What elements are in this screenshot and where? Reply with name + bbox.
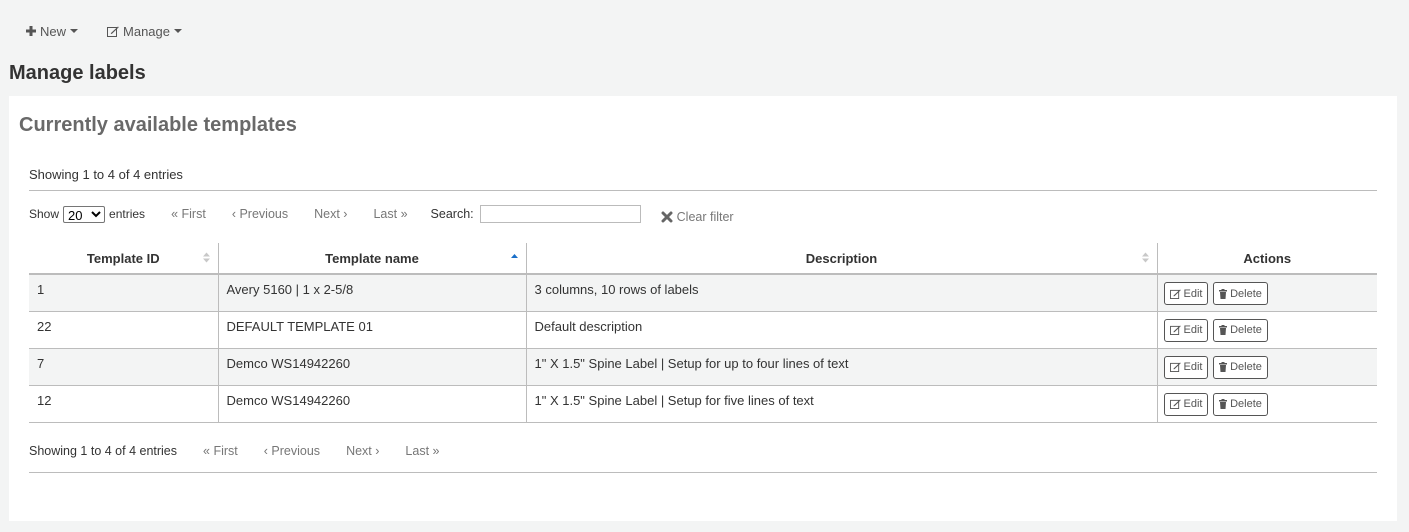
show-label: Show	[29, 207, 60, 221]
edit-button[interactable]: Edit	[1163, 355, 1209, 379]
delete-button[interactable]: Delete	[1213, 355, 1268, 379]
toolbar: New Manage	[18, 19, 203, 43]
delete-button[interactable]: Delete	[1213, 392, 1268, 416]
trash-icon	[1219, 325, 1228, 335]
sort-both-icon	[1141, 252, 1149, 263]
cell-template-name: DEFAULT TEMPLATE 01	[218, 311, 527, 349]
table-row: 7 Demco WS14942260 1" X 1.5" Spine Label…	[29, 348, 1377, 386]
double-chevron-left-icon: «	[203, 444, 210, 458]
double-chevron-right-icon: »	[400, 207, 408, 221]
edit-icon	[1169, 288, 1181, 299]
table-row: 22 DEFAULT TEMPLATE 01 Default descripti…	[29, 311, 1377, 349]
sort-both-icon	[202, 252, 210, 263]
cell-description: 3 columns, 10 rows of labels	[526, 274, 1158, 312]
column-header-template-id[interactable]: Template ID	[29, 243, 219, 275]
first-page-button[interactable]: « First	[171, 207, 206, 221]
cell-template-name: Demco WS14942260	[218, 348, 527, 386]
edit-button[interactable]: Edit	[1163, 318, 1209, 342]
cell-template-id: 1	[29, 274, 219, 312]
delete-button[interactable]: Delete	[1213, 318, 1268, 342]
delete-button[interactable]: Delete	[1213, 282, 1268, 305]
close-icon	[661, 211, 673, 223]
sort-ascending-icon	[510, 254, 518, 258]
previous-page-button[interactable]: ‹ Previous	[232, 207, 288, 221]
divider	[29, 190, 1377, 191]
templates-panel: Currently available templates Showing 1 …	[9, 96, 1397, 521]
table-header-row: Template ID Template name Description Ac…	[29, 243, 1377, 275]
caret-down-icon	[174, 29, 182, 33]
first-page-button[interactable]: « First	[203, 444, 238, 458]
plus-icon	[26, 26, 36, 36]
pagination-bottom: « First ‹ Previous Next › Last »	[203, 444, 465, 458]
cell-actions: Edit Delete	[1157, 274, 1377, 312]
column-header-template-name[interactable]: Template name	[218, 243, 527, 275]
trash-icon	[1219, 362, 1228, 372]
clear-filter-button[interactable]: Clear filter	[661, 210, 734, 224]
chevron-left-icon: ‹	[231, 207, 236, 221]
table-info-top: Showing 1 to 4 of 4 entries	[29, 167, 183, 182]
pagination-top: « First ‹ Previous Next › Last »	[171, 207, 433, 221]
edit-icon	[1169, 325, 1181, 335]
trash-icon	[1219, 288, 1228, 299]
column-header-description[interactable]: Description	[526, 243, 1158, 275]
double-chevron-right-icon: »	[432, 444, 440, 458]
edit-icon	[1169, 362, 1181, 372]
page-length-select[interactable]: 20	[63, 205, 106, 223]
last-page-button[interactable]: Last »	[405, 444, 439, 458]
cell-template-name: Avery 5160 | 1 x 2-5/8	[218, 274, 527, 312]
edit-icon	[107, 26, 119, 37]
cell-description: 1" X 1.5" Spine Label | Setup for five l…	[526, 385, 1158, 423]
edit-button[interactable]: Edit	[1163, 282, 1209, 305]
chevron-right-icon: ›	[343, 207, 348, 221]
table-controls: Show 20 entries « First ‹ Previous Next …	[29, 204, 734, 224]
cell-actions: Edit Delete	[1157, 385, 1377, 423]
next-page-button[interactable]: Next ›	[314, 207, 347, 221]
entries-label: entries	[109, 207, 146, 221]
previous-page-button[interactable]: ‹ Previous	[264, 444, 320, 458]
table-row: 1 Avery 5160 | 1 x 2-5/8 3 columns, 10 r…	[29, 274, 1377, 312]
trash-icon	[1219, 399, 1228, 409]
table-info-bottom: Showing 1 to 4 of 4 entries	[29, 444, 178, 458]
cell-template-id: 12	[29, 385, 219, 423]
caret-down-icon	[70, 29, 79, 33]
chevron-left-icon: ‹	[263, 444, 268, 458]
new-label: New	[40, 23, 67, 39]
column-header-actions: Actions	[1157, 243, 1377, 275]
last-page-button[interactable]: Last »	[373, 207, 407, 221]
next-page-button[interactable]: Next ›	[346, 444, 379, 458]
double-chevron-left-icon: «	[171, 207, 179, 221]
new-dropdown-button[interactable]: New	[18, 20, 86, 43]
manage-dropdown-button[interactable]: Manage	[99, 20, 190, 43]
divider	[29, 472, 1377, 473]
templates-table: Template ID Template name Description Ac…	[29, 243, 1377, 423]
search-label: Search:	[430, 207, 474, 221]
cell-actions: Edit Delete	[1157, 311, 1377, 349]
cell-template-id: 7	[29, 348, 219, 386]
cell-description: 1" X 1.5" Spine Label | Setup for up to …	[526, 348, 1158, 386]
page-title: Manage labels	[9, 62, 146, 84]
search-input[interactable]	[479, 205, 641, 223]
table-row: 12 Demco WS14942260 1" X 1.5" Spine Labe…	[29, 385, 1377, 423]
manage-label: Manage	[123, 23, 170, 39]
table-footer: Showing 1 to 4 of 4 entries « First ‹ Pr…	[29, 444, 466, 458]
edit-icon	[1169, 399, 1181, 409]
cell-template-name: Demco WS14942260	[218, 385, 527, 423]
cell-template-id: 22	[29, 311, 219, 349]
section-title: Currently available templates	[19, 114, 297, 136]
edit-button[interactable]: Edit	[1163, 392, 1209, 416]
cell-description: Default description	[526, 311, 1158, 349]
cell-actions: Edit Delete	[1157, 348, 1377, 386]
chevron-right-icon: ›	[375, 444, 380, 458]
